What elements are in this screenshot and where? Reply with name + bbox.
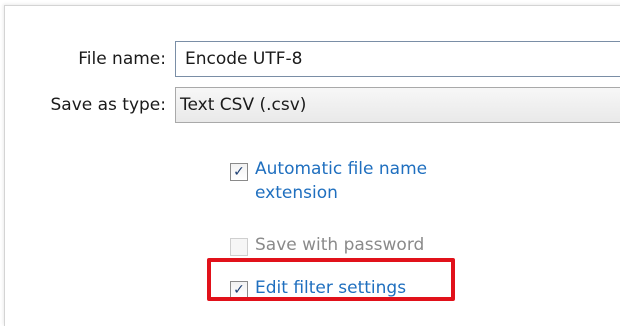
save-with-password-label[interactable]: Save with password [255, 233, 424, 257]
highlight-annotation [207, 258, 455, 301]
file-name-label: File name: [78, 49, 166, 69]
save-with-password-checkbox[interactable] [230, 238, 248, 256]
save-as-type-label: Save as type: [50, 95, 166, 115]
save-as-type-select[interactable]: Text CSV (.csv) [175, 87, 620, 123]
auto-extension-checkbox[interactable]: ✓ [230, 163, 248, 181]
file-name-input[interactable]: Encode UTF-8 [175, 41, 620, 77]
auto-extension-label[interactable]: Automatic file name extension [255, 157, 485, 205]
